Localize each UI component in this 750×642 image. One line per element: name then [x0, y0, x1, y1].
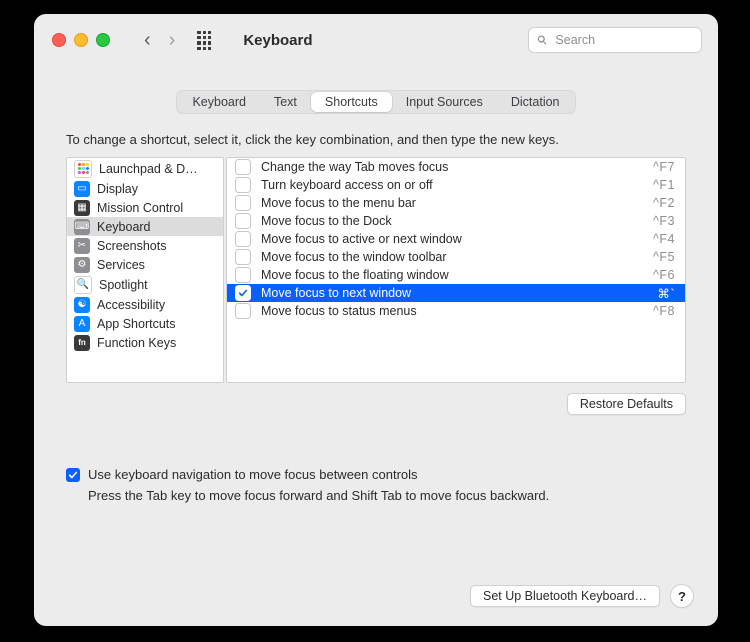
traffic-lights — [52, 33, 110, 47]
tab-dictation[interactable]: Dictation — [497, 92, 574, 112]
setup-bt-button[interactable]: Set Up Bluetooth Keyboard… — [470, 585, 660, 607]
forward-button[interactable]: › — [169, 30, 176, 50]
keyboard-nav-section: Use keyboard navigation to move focus be… — [66, 467, 686, 503]
a11y-icon: ☯ — [74, 297, 90, 313]
shortcut-checkbox[interactable] — [235, 159, 251, 175]
category-label: Services — [97, 258, 145, 272]
fn-icon: fn — [74, 335, 90, 351]
category-label: Mission Control — [97, 201, 183, 215]
restore-defaults-button[interactable]: Restore Defaults — [567, 393, 686, 415]
segmented-tabs: Keyboard Text Shortcuts Input Sources Di… — [176, 90, 575, 114]
category-label: App Shortcuts — [97, 317, 176, 331]
help-button[interactable]: ? — [670, 584, 694, 608]
shortcut-keys: ⌘` — [657, 286, 675, 301]
shortcut-keys: ^F5 — [653, 250, 675, 264]
shortcut-keys: ^F1 — [653, 178, 675, 192]
category-label: Function Keys — [97, 336, 176, 350]
shortcut-checkbox[interactable] — [235, 285, 251, 301]
category-screenshot[interactable]: ✂ Screenshots — [67, 236, 223, 255]
category-label: Display — [97, 182, 138, 196]
page-title: Keyboard — [243, 32, 312, 49]
shortcut-keys: ^F7 — [653, 160, 675, 174]
services-icon: ⚙ — [74, 257, 90, 273]
shortcut-row[interactable]: Move focus to the menu bar ^F2 — [227, 194, 685, 212]
tab-keyboard[interactable]: Keyboard — [178, 92, 260, 112]
shortcut-checkbox[interactable] — [235, 249, 251, 265]
category-mission[interactable]: ▦ Mission Control — [67, 198, 223, 217]
tab-text[interactable]: Text — [260, 92, 311, 112]
shortcut-row[interactable]: Turn keyboard access on or off ^F1 — [227, 176, 685, 194]
tab-input-sources[interactable]: Input Sources — [392, 92, 497, 112]
shortcut-row[interactable]: Move focus to status menus ^F8 — [227, 302, 685, 320]
prefs-window: ‹ › Keyboard Keyboard Text Shortcuts Inp… — [34, 14, 718, 626]
close-icon[interactable] — [52, 33, 66, 47]
category-a11y[interactable]: ☯ Accessibility — [67, 295, 223, 314]
category-apps[interactable]: A App Shortcuts — [67, 314, 223, 333]
instruction-text: To change a shortcut, select it, click t… — [66, 132, 686, 147]
tab-shortcuts[interactable]: Shortcuts — [311, 92, 392, 112]
shortcut-row[interactable]: Move focus to the Dock ^F3 — [227, 212, 685, 230]
apps-icon: A — [74, 316, 90, 332]
shortcut-label: Move focus to the menu bar — [261, 196, 643, 210]
shortcut-row[interactable]: Change the way Tab moves focus ^F7 — [227, 158, 685, 176]
minimize-icon[interactable] — [74, 33, 88, 47]
shortcut-row[interactable]: Move focus to the floating window ^F6 — [227, 266, 685, 284]
display-icon: ▭ — [74, 181, 90, 197]
shortcut-checkbox[interactable] — [235, 213, 251, 229]
search-icon — [537, 34, 547, 46]
shortcut-keys: ^F4 — [653, 232, 675, 246]
shortcut-keys: ^F3 — [653, 214, 675, 228]
keyboard-nav-sub: Press the Tab key to move focus forward … — [88, 488, 686, 503]
shortcut-checkbox[interactable] — [235, 267, 251, 283]
category-spotlight[interactable]: 🔍 Spotlight — [67, 274, 223, 295]
shortcut-label: Turn keyboard access on or off — [261, 178, 643, 192]
category-label: Screenshots — [97, 239, 166, 253]
footer: Set Up Bluetooth Keyboard… ? — [34, 584, 718, 626]
shortcut-checkbox[interactable] — [235, 177, 251, 193]
category-label: Keyboard — [97, 220, 151, 234]
spotlight-icon: 🔍 — [74, 276, 92, 294]
category-keyboard[interactable]: ⌨ Keyboard — [67, 217, 223, 236]
category-services[interactable]: ⚙ Services — [67, 255, 223, 274]
shortcut-checkbox[interactable] — [235, 231, 251, 247]
zoom-icon[interactable] — [96, 33, 110, 47]
shortcut-row[interactable]: Move focus to active or next window ^F4 — [227, 230, 685, 248]
shortcut-checkbox[interactable] — [235, 303, 251, 319]
category-fn[interactable]: fn Function Keys — [67, 333, 223, 352]
launchpad-icon — [74, 160, 92, 178]
shortcut-row[interactable]: Move focus to next window ⌘` — [227, 284, 685, 302]
shortcut-label: Move focus to the floating window — [261, 268, 643, 282]
shortcut-label: Change the way Tab moves focus — [261, 160, 643, 174]
mission-icon: ▦ — [74, 200, 90, 216]
tabs-row: Keyboard Text Shortcuts Input Sources Di… — [34, 90, 718, 114]
shortcut-checkbox[interactable] — [235, 195, 251, 211]
category-label: Spotlight — [99, 278, 148, 292]
shortcut-label: Move focus to active or next window — [261, 232, 643, 246]
shortcut-label: Move focus to the window toolbar — [261, 250, 643, 264]
shortcut-label: Move focus to the Dock — [261, 214, 643, 228]
keyboard-nav-checkbox[interactable] — [66, 468, 80, 482]
category-launchpad[interactable]: Launchpad & D… — [67, 158, 223, 179]
keyboard-icon: ⌨ — [74, 219, 90, 235]
category-label: Accessibility — [97, 298, 165, 312]
keyboard-nav-label: Use keyboard navigation to move focus be… — [88, 467, 418, 482]
lists-row: Launchpad & D… ▭ Display ▦ Mission Control ⌨ K… — [66, 157, 686, 383]
shortcut-keys: ^F6 — [653, 268, 675, 282]
shortcut-row[interactable]: Move focus to the window toolbar ^F5 — [227, 248, 685, 266]
nav-arrows: ‹ › — [144, 30, 175, 50]
category-label: Launchpad & D… — [99, 162, 198, 176]
show-all-icon[interactable] — [197, 31, 215, 49]
shortcuts-list[interactable]: Change the way Tab moves focus ^F7 Turn ke… — [226, 157, 686, 383]
screenshot-icon: ✂ — [74, 238, 90, 254]
window-toolbar: ‹ › Keyboard — [34, 14, 718, 66]
shortcut-keys: ^F8 — [653, 304, 675, 318]
search-input[interactable] — [553, 32, 693, 48]
shortcut-label: Move focus to status menus — [261, 304, 643, 318]
shortcut-label: Move focus to next window — [261, 286, 647, 300]
categories-list[interactable]: Launchpad & D… ▭ Display ▦ Mission Control ⌨ K… — [66, 157, 224, 383]
search-field[interactable] — [528, 27, 702, 53]
shortcut-keys: ^F2 — [653, 196, 675, 210]
back-button[interactable]: ‹ — [144, 30, 151, 50]
category-display[interactable]: ▭ Display — [67, 179, 223, 198]
